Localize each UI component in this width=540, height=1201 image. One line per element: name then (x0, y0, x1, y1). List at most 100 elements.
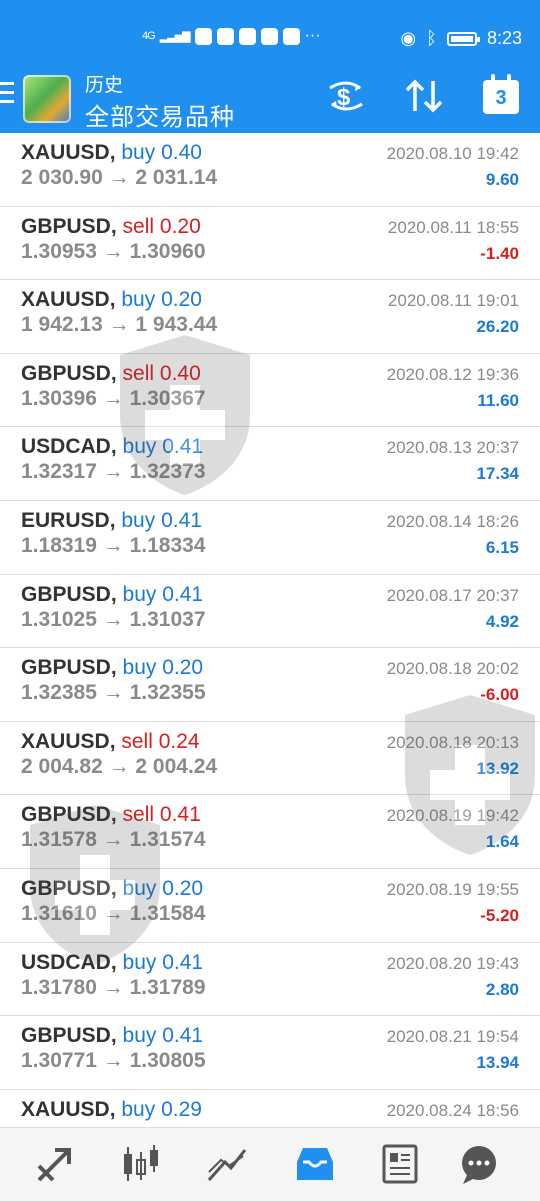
app-notification-icon (194, 27, 212, 45)
calendar-icon[interactable]: 3 (483, 74, 519, 114)
open-price: 1.30771 (21, 1049, 97, 1073)
trade-row[interactable]: USDCAD, buy 0.41 1.32317 → 1.32373 2020.08… (0, 427, 540, 501)
open-price: 2 004.82 (21, 754, 103, 778)
trade-icon[interactable] (33, 1142, 77, 1186)
open-price: 1.31780 (21, 975, 97, 999)
status-bar: 4G ▂▃▅▇ ··· ◉ ᛒ 8:23 (0, 0, 540, 60)
trade-profit: -5.20 (480, 905, 519, 925)
trade-symbol: GBPUSD (21, 876, 111, 900)
trade-prices: 1.31578 → 1.31574 (21, 828, 206, 852)
trade-side: buy (121, 1097, 156, 1121)
trade-profit: 26.20 (476, 317, 519, 337)
close-price: 1 943.44 (135, 313, 218, 337)
chat-icon[interactable] (457, 1142, 501, 1186)
history-icon[interactable] (293, 1142, 337, 1186)
trade-row[interactable]: GBPUSD, buy 0.41 1.31025 → 1.31037 2020.08… (0, 575, 540, 649)
trade-volume: 0.41 (162, 950, 204, 974)
symbol-filter[interactable]: 全部交易品种 (85, 97, 235, 132)
trade-time: 2020.08.17 20:37 (386, 585, 519, 605)
trade-symbol: XAUUSD (21, 288, 110, 312)
trade-row[interactable]: GBPUSD, buy 0.20 1.31610 → 1.31584 2020.08… (0, 869, 540, 943)
open-price: 1.31578 (21, 828, 97, 852)
music-notification-icon (238, 27, 256, 45)
trade-time: 2020.08.11 19:01 (387, 291, 519, 311)
trade-symbol-line: USDCAD, buy 0.41 (21, 435, 204, 459)
trade-volume: 0.41 (159, 803, 201, 827)
trade-row[interactable]: GBPUSD, buy 0.20 1.32385 → 1.32355 2020.08… (0, 648, 540, 722)
trade-volume: 0.41 (162, 1024, 204, 1048)
trade-volume: 0.29 (161, 1097, 202, 1121)
trade-profit: 13.92 (476, 758, 519, 778)
trade-side: buy (121, 288, 156, 312)
trade-row[interactable]: GBPUSD, buy 0.41 1.30771 → 1.30805 2020.08… (0, 1016, 540, 1090)
trade-symbol-line: XAUUSD, sell 0.24 (21, 729, 200, 753)
trade-row[interactable]: GBPUSD, sell 0.40 1.30396 → 1.30367 2020.0… (0, 354, 540, 428)
trade-row[interactable]: XAUUSD, buy 0.40 2 030.90 → 2 031.14 2020.… (0, 133, 540, 207)
trade-row[interactable]: USDCAD, buy 0.41 1.31780 → 1.31789 2020.08… (0, 943, 540, 1017)
trade-volume: 0.41 (162, 582, 204, 606)
trade-prices: 2 030.90 → 2 031.14 (21, 166, 218, 189)
news-icon[interactable] (378, 1142, 422, 1186)
sort-icon[interactable] (404, 78, 444, 121)
trade-row[interactable]: XAUUSD, sell 0.24 2 004.82 → 2 004.24 2020… (0, 722, 540, 796)
trade-time: 2020.08.10 19:42 (386, 144, 519, 163)
open-price: 2 030.90 (21, 166, 103, 189)
trade-profit: 6.15 (485, 537, 519, 557)
trade-symbol: EURUSD (21, 508, 110, 532)
analytics-icon[interactable] (205, 1142, 249, 1186)
eye-icon: ◉ (400, 28, 417, 48)
trade-time: 2020.08.13 20:37 (386, 438, 519, 458)
currency-exchange-icon[interactable]: $ (326, 78, 366, 121)
trade-profit: 4.92 (485, 611, 519, 631)
calendar-day: 3 (495, 87, 507, 109)
trade-time: 2020.08.12 19:36 (386, 364, 519, 384)
trade-side: sell (122, 361, 155, 385)
trade-volume: 0.41 (162, 435, 204, 459)
trade-side: buy (122, 656, 157, 680)
open-price: 1.31610 (21, 901, 97, 925)
trade-row[interactable]: EURUSD, buy 0.41 1.18319 → 1.18334 2020.08… (0, 501, 540, 575)
close-price: 1 939.75 (135, 1123, 217, 1126)
open-price: 1.32317 (21, 460, 97, 484)
trade-row[interactable]: XAUUSD, buy 0.20 1 942.13 → 1 943.44 2020.… (0, 280, 540, 354)
trade-prices: 1.18319 → 1.18334 (21, 533, 206, 557)
app-header: 4G ▂▃▅▇ ··· ◉ ᛒ 8:23 历史 全部交易品种 $ 3 (0, 0, 540, 133)
close-price: 1.18334 (129, 533, 206, 557)
trade-symbol: GBPUSD (21, 1024, 111, 1048)
trade-time: 2020.08.19 19:42 (386, 806, 519, 826)
trade-profit: 17.34 (476, 464, 519, 484)
trade-symbol-line: XAUUSD, buy 0.29 (21, 1097, 202, 1121)
page-title-small: 历史 (85, 75, 124, 96)
trade-symbol: XAUUSD (21, 1097, 110, 1121)
trade-profit: 13.94 (476, 1053, 519, 1073)
trade-symbol-line: USDCAD, buy 0.41 (21, 950, 204, 974)
trade-history-list[interactable]: XAUUSD, buy 0.40 2 030.90 → 2 031.14 2020.… (0, 133, 540, 1126)
chart-icon[interactable] (118, 1142, 162, 1186)
trade-row[interactable]: GBPUSD, sell 0.20 1.30953 → 1.30960 2020.0… (0, 207, 540, 281)
trade-profit: -1.40 (480, 243, 519, 263)
close-price: 1.30960 (129, 239, 206, 263)
bottom-navigation (0, 1127, 540, 1201)
trade-time: 2020.08.11 18:55 (387, 217, 519, 237)
open-price: 1.32385 (21, 681, 97, 705)
trade-symbol: USDCAD (21, 950, 111, 974)
trade-side: buy (121, 508, 156, 532)
close-price: 1.30805 (129, 1049, 206, 1073)
trade-prices: 1.31780 → 1.31789 (21, 975, 206, 999)
trade-side: sell (121, 729, 153, 753)
trade-prices: 1 942.13 → 1 943.44 (21, 313, 218, 337)
trade-row[interactable]: XAUUSD, buy 0.29 1 939.96 → 1 939.75 2020.… (0, 1090, 540, 1126)
menu-icon[interactable] (0, 82, 14, 109)
trade-time: 2020.08.18 20:13 (386, 732, 519, 752)
trade-symbol: GBPUSD (21, 582, 111, 606)
trade-time: 2020.08.18 20:02 (386, 659, 519, 679)
signal-icon: ▂▃▅▇ (159, 30, 191, 43)
trade-volume: 0.40 (159, 361, 201, 385)
trade-side: buy (122, 950, 157, 974)
trade-symbol-line: GBPUSD, sell 0.41 (21, 803, 201, 827)
trade-symbol: GBPUSD (21, 803, 111, 827)
trade-side: buy (121, 141, 156, 164)
trade-row[interactable]: GBPUSD, sell 0.41 1.31578 → 1.31574 2020.0… (0, 795, 540, 869)
trade-prices: 1.31025 → 1.31037 (21, 607, 206, 631)
app-logo (23, 75, 71, 123)
